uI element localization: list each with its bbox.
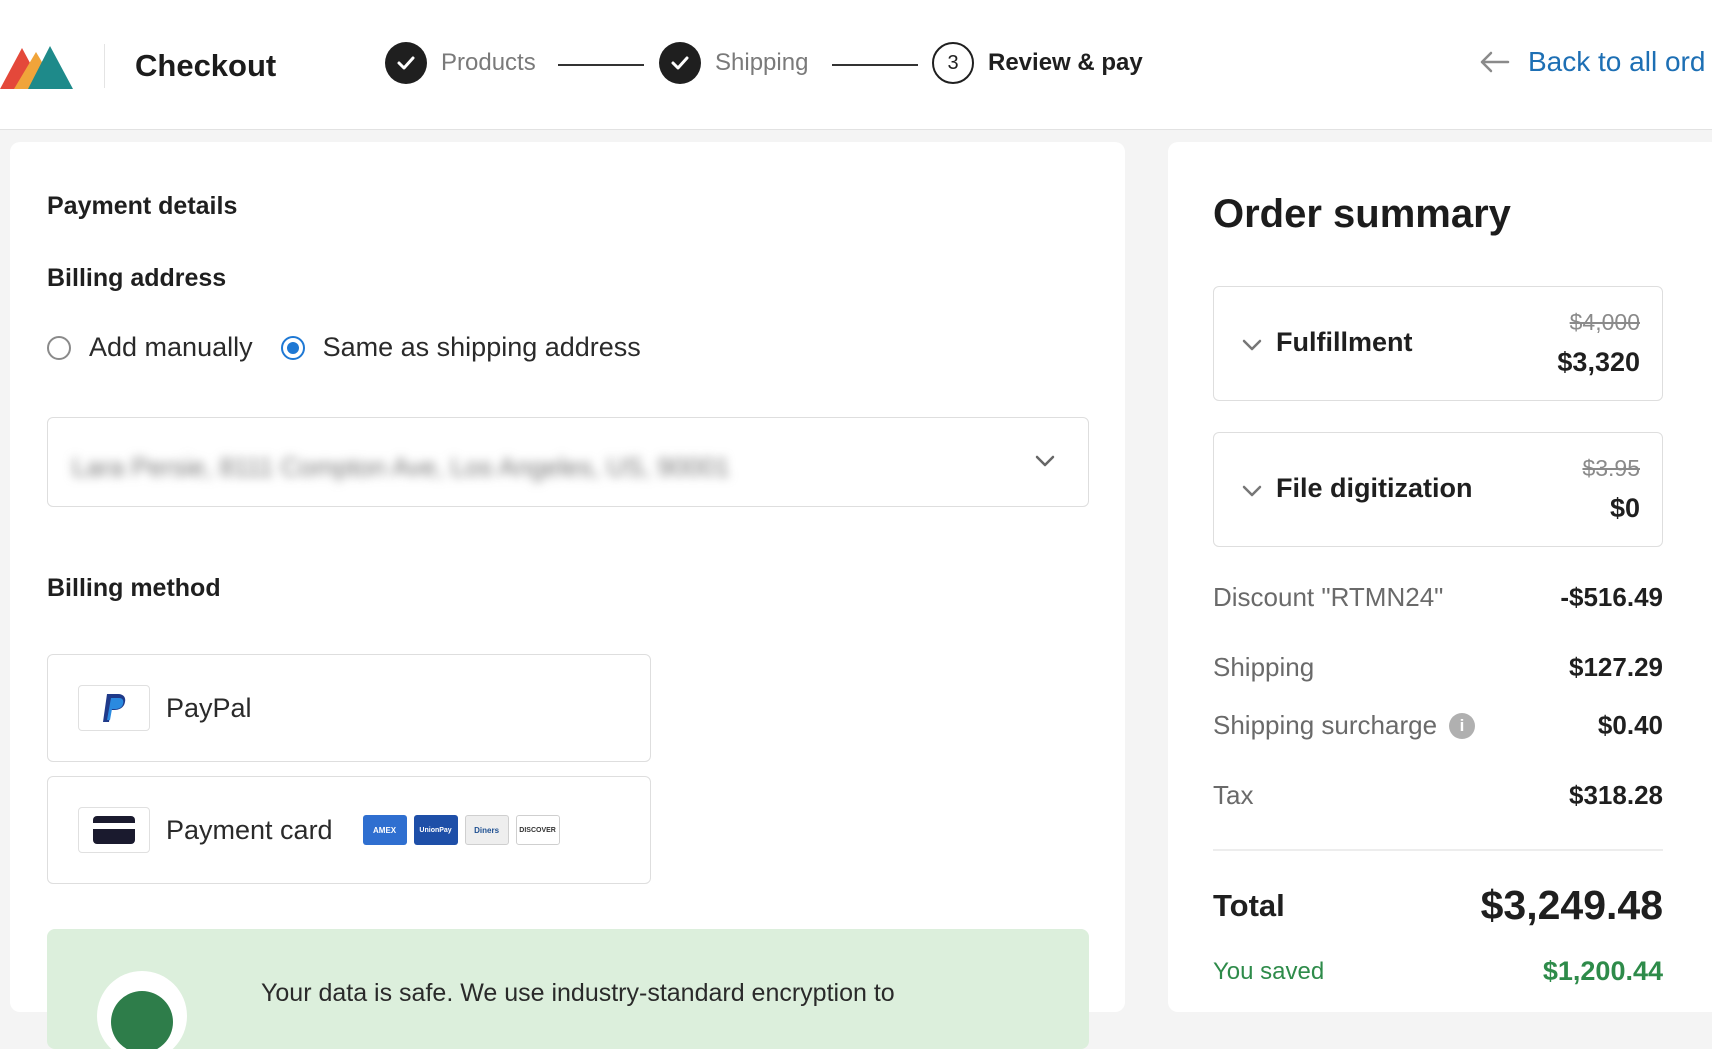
back-to-orders-link[interactable]: Back to all ord: [1478, 46, 1705, 78]
back-link-label: Back to all ord: [1528, 46, 1706, 77]
summary-divider: [1213, 849, 1663, 851]
you-saved-label: You saved: [1213, 957, 1325, 985]
billing-address-heading: Billing address: [47, 264, 227, 292]
total-value: $3,249.48: [1480, 882, 1663, 928]
discount-row: Discount "RTMN24" -$516.49: [1213, 582, 1663, 613]
fulfillment-old-price: $4,000: [1569, 309, 1640, 335]
accepted-cards: AMEX UnionPay Diners DISCOVER: [362, 815, 567, 845]
shipping-value: $127.29: [1569, 652, 1663, 682]
info-icon[interactable]: i: [1449, 712, 1476, 739]
step-products: Products: [385, 42, 536, 84]
paypal-icon: [78, 685, 150, 731]
step-review-pay: 3 Review & pay: [932, 42, 1143, 84]
shipping-label: Shipping: [1213, 652, 1315, 682]
chevron-down-icon: [1242, 485, 1262, 497]
fulfillment-accordion[interactable]: Fulfillment $4,000 $3,320: [1213, 286, 1663, 401]
chevron-down-icon: [1242, 339, 1262, 351]
discount-value: -$516.49: [1560, 582, 1663, 612]
shipping-surcharge-label: Shipping surcharge: [1213, 710, 1438, 740]
data-safety-notice: Your data is safe. We use industry-stand…: [47, 929, 1089, 1049]
step-label: Shipping: [715, 49, 809, 76]
amex-logo: AMEX: [362, 815, 407, 845]
fulfillment-label: Fulfillment: [1276, 327, 1413, 357]
step-connector: [832, 64, 918, 66]
header-divider: [104, 44, 105, 88]
you-saved-row: You saved $1,200.44: [1213, 956, 1663, 987]
brand-logo[interactable]: [0, 42, 75, 89]
tax-row: Tax $318.28: [1213, 780, 1663, 811]
file-digitization-price: $0: [1609, 493, 1640, 523]
shipping-surcharge-label-group: Shipping surcharge i: [1213, 710, 1476, 741]
fulfillment-price: $3,320: [1557, 347, 1640, 377]
chevron-down-icon: [1035, 455, 1055, 467]
discover-logo: DISCOVER: [515, 815, 560, 845]
page-title: Checkout: [135, 48, 277, 83]
file-digitization-accordion[interactable]: File digitization $3.95 $0: [1213, 432, 1663, 547]
radio-add-manually[interactable]: [47, 335, 71, 360]
paypal-label: PayPal: [166, 692, 252, 723]
file-digitization-label: File digitization: [1276, 473, 1473, 503]
billing-address-select[interactable]: Lara Persie, 8111 Compton Ave, Los Angel…: [47, 417, 1089, 507]
step-number: 3: [932, 42, 974, 84]
credit-card-icon: [78, 807, 150, 853]
checkout-header: Checkout Products Shipping 3 Review & pa…: [0, 0, 1712, 130]
payment-card-method[interactable]: Payment card AMEX UnionPay Diners DISCOV…: [47, 776, 651, 884]
unionpay-logo: UnionPay: [413, 815, 458, 845]
arrow-left-icon: [1480, 51, 1510, 73]
total-label: Total: [1213, 887, 1285, 923]
paypal-method[interactable]: PayPal: [47, 654, 651, 762]
data-safety-text: Your data is safe. We use industry-stand…: [261, 979, 895, 1007]
radio-same-as-shipping[interactable]: [280, 335, 305, 360]
add-manually-option[interactable]: Add manually: [47, 332, 253, 363]
step-shipping: Shipping: [659, 42, 808, 84]
tax-value: $318.28: [1569, 780, 1663, 810]
order-summary-panel: Order summary Fulfillment $4,000 $3,320 …: [1168, 142, 1712, 1012]
shipping-row: Shipping $127.29: [1213, 652, 1663, 683]
check-icon: [659, 42, 701, 84]
payment-details-heading: Payment details: [47, 192, 238, 220]
diners-logo: Diners: [464, 815, 509, 845]
tax-label: Tax: [1213, 780, 1254, 810]
billing-address-value: Lara Persie, 8111 Compton Ave, Los Angel…: [72, 452, 730, 482]
shipping-surcharge-row: Shipping surcharge i $0.40: [1213, 710, 1663, 741]
check-icon: [385, 42, 427, 84]
order-summary-title: Order summary: [1213, 192, 1511, 236]
file-digitization-old-price: $3.95: [1582, 455, 1640, 481]
same-as-shipping-label: Same as shipping address: [322, 332, 641, 362]
step-label: Review & pay: [988, 49, 1143, 76]
payment-card-label: Payment card: [166, 814, 333, 845]
step-label: Products: [441, 49, 536, 76]
billing-method-heading: Billing method: [47, 574, 221, 602]
you-saved-value: $1,200.44: [1542, 956, 1663, 986]
total-row: Total $3,249.48: [1213, 882, 1663, 929]
payment-details-panel: Payment details Billing address Add manu…: [10, 142, 1125, 1049]
shipping-surcharge-value: $0.40: [1597, 710, 1663, 740]
add-manually-label: Add manually: [89, 332, 253, 362]
discount-label: Discount "RTMN24": [1213, 582, 1444, 612]
step-connector: [558, 64, 644, 66]
billing-address-options: Add manually Same as shipping address: [47, 332, 641, 363]
same-as-shipping-option[interactable]: Same as shipping address: [280, 332, 641, 363]
